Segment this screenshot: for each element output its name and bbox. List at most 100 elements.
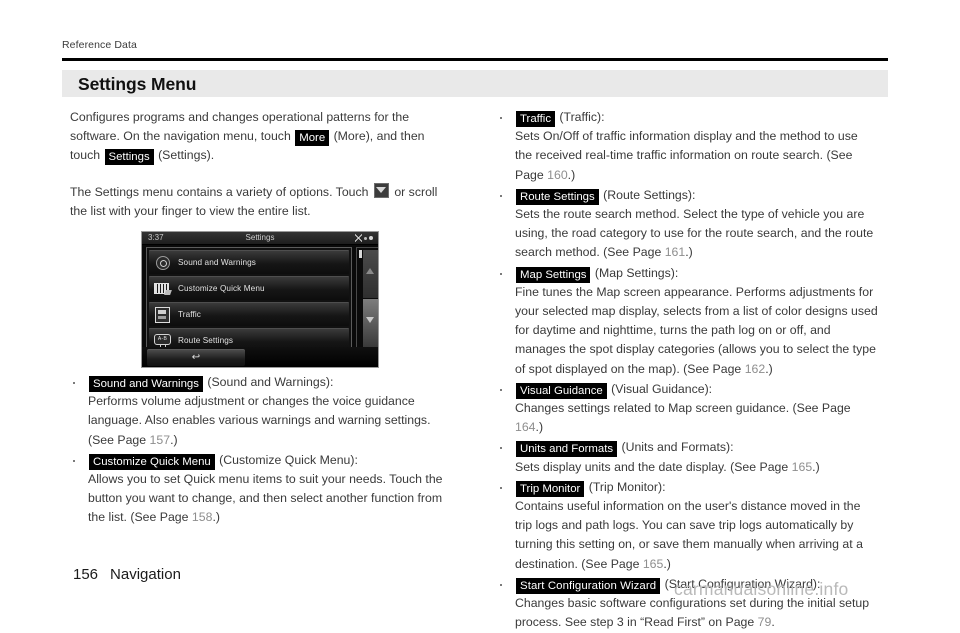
footer-page-number: 156 [73,566,99,583]
item-paren: (Sound and Warnings): [203,375,334,390]
desc-text: Fine tunes the Map screen appearance. Pe… [515,284,878,376]
list-item: Visual Guidance (Visual Guidance): Chang… [497,380,878,438]
item-head: Traffic (Traffic): [515,110,605,127]
item-description: Changes settings related to Map screen g… [515,399,878,437]
list-item: Traffic (Traffic): Sets On/Off of traffi… [497,108,878,185]
section-title-band: Settings Menu [62,70,888,97]
page-reference: 157 [149,432,171,447]
device-menu-item-traffic[interactable]: Traffic [149,302,349,326]
item-head: Trip Monitor (Trip Monitor): [515,479,666,497]
item-description: Fine tunes the Map screen appearance. Pe… [515,283,878,379]
device-menu-item-label: Sound and Warnings [178,258,256,267]
watermark: carmanualsonline.info [674,579,849,599]
item-paren: (Units and Formats): [618,440,734,455]
item-description: Sets display units and the date display.… [515,458,878,477]
page-reference: 158 [191,510,213,525]
item-head: Sound and Warnings (Sound and Warnings): [88,375,334,393]
item-paren: (Map Settings): [591,265,679,280]
more-button-label[interactable]: More [295,130,330,147]
item-head: Units and Formats (Units and Formats): [515,440,734,458]
item-description: Sets the route search method. Select the… [515,205,878,263]
intro2-text-a: The Settings menu contains a variety of … [70,184,372,199]
list-item: Sound and Warnings (Sound and Warnings):… [70,373,451,450]
item-head: Visual Guidance (Visual Guidance): [515,381,713,399]
list-item: Trip Monitor (Trip Monitor): Contains us… [497,478,878,574]
item-head: Map Settings (Map Settings): [515,265,679,283]
desc-text: Contains useful information on the user'… [515,499,863,571]
left-settings-list: Sound and Warnings (Sound and Warnings):… [70,373,451,528]
device-scrollbar[interactable] [356,247,378,350]
desc-tail: .) [535,420,544,435]
item-description: Contains useful information on the user'… [515,497,878,574]
settings-button-label[interactable]: Settings [104,149,154,166]
desc-text: Sets display units and the date display.… [515,459,792,474]
signal-dot-icon [369,236,373,240]
page-reference: 165 [642,556,664,571]
intro-paragraph-1: Configures programs and changes operatio… [70,108,451,166]
device-bottom-bar: ↩ [142,347,378,367]
page-reference: 164 [515,420,536,435]
sound-and-warnings-key[interactable]: Sound and Warnings [89,376,203,393]
device-back-button[interactable]: ↩ [147,349,245,366]
item-paren: (Visual Guidance): [607,381,713,396]
right-column: Traffic (Traffic): Sets On/Off of traffi… [497,108,878,633]
manual-page: Reference Data Settings Menu Configures … [0,0,960,629]
scrollbar-thumb[interactable] [359,250,362,258]
triangle-up-icon[interactable] [363,250,378,298]
desc-tail: .) [685,245,693,260]
desc-tail: .) [212,510,220,525]
customize-quick-menu-key[interactable]: Customize Quick Menu [89,453,215,470]
device-menu-item-customize-quick-menu[interactable]: Customize Quick Menu [149,276,349,300]
item-description: Sets On/Off of traffic information displ… [515,127,878,185]
item-paren: (Traffic): [556,110,605,124]
device-menu-list[interactable]: Sound and Warnings Customize Quick Menu … [146,247,352,352]
speaker-icon [153,254,171,271]
triangle-down-icon[interactable] [363,299,378,347]
device-status-icons [355,234,373,242]
item-description: Performs volume adjustment or changes th… [88,392,451,450]
page-reference: 165 [791,459,813,474]
units-and-formats-key[interactable]: Units and Formats [516,441,618,458]
desc-tail: .) [170,432,178,447]
satellite-icon [355,234,362,242]
running-head: Reference Data [62,39,137,51]
desc-tail: .) [765,361,773,376]
item-head: Customize Quick Menu (Customize Quick Me… [88,452,358,470]
visual-guidance-key[interactable]: Visual Guidance [516,382,607,399]
device-status-bar: 3:37 Settings [142,232,378,245]
footer-section-name: Navigation [110,566,181,583]
device-menu-item-sound-and-warnings[interactable]: Sound and Warnings [149,250,349,274]
desc-text: Allows you to set Quick menu items to su… [88,472,443,525]
route-settings-key[interactable]: Route Settings [516,188,599,205]
item-description: Allows you to set Quick menu items to su… [88,470,451,528]
start-configuration-wizard-key[interactable]: Start Configuration Wizard [516,577,661,594]
device-menu-item-label: Customize Quick Menu [178,284,265,293]
desc-tail: .) [663,556,671,571]
item-paren: (Trip Monitor): [585,479,666,494]
intro-text-c: (Settings). [154,148,215,163]
list-item: Customize Quick Menu (Customize Quick Me… [70,451,451,528]
traffic-icon [153,306,171,323]
grid-icon [153,280,171,297]
page-reference: 161 [664,245,686,260]
list-item: Route Settings (Route Settings): Sets th… [497,186,878,263]
item-paren: (Customize Quick Menu): [215,452,358,467]
chevron-down-icon[interactable] [373,182,389,198]
page-title: Settings Menu [78,74,197,94]
item-paren: (Route Settings): [599,187,696,202]
header-rule [62,58,888,61]
navigation-screen-figure: 3:37 Settings Sound and Warnings Customi… [141,231,379,368]
desc-tail: .) [812,459,820,474]
desc-text: Sets the route search method. Select the… [515,207,874,260]
page-reference: 160 [547,167,568,182]
traffic-key[interactable]: Traffic [516,111,556,127]
desc-text: Performs volume adjustment or changes th… [88,394,431,447]
device-menu-item-label: Traffic [178,310,201,319]
page-reference: 162 [744,361,766,376]
desc-text: Changes basic software configurations se… [515,596,870,630]
intro-paragraph-2: The Settings menu contains a variety of … [70,182,451,221]
list-item: Units and Formats (Units and Formats): S… [497,438,878,476]
map-settings-key[interactable]: Map Settings [516,266,591,283]
back-arrow-icon: ↩ [191,352,201,363]
trip-monitor-key[interactable]: Trip Monitor [516,480,585,497]
